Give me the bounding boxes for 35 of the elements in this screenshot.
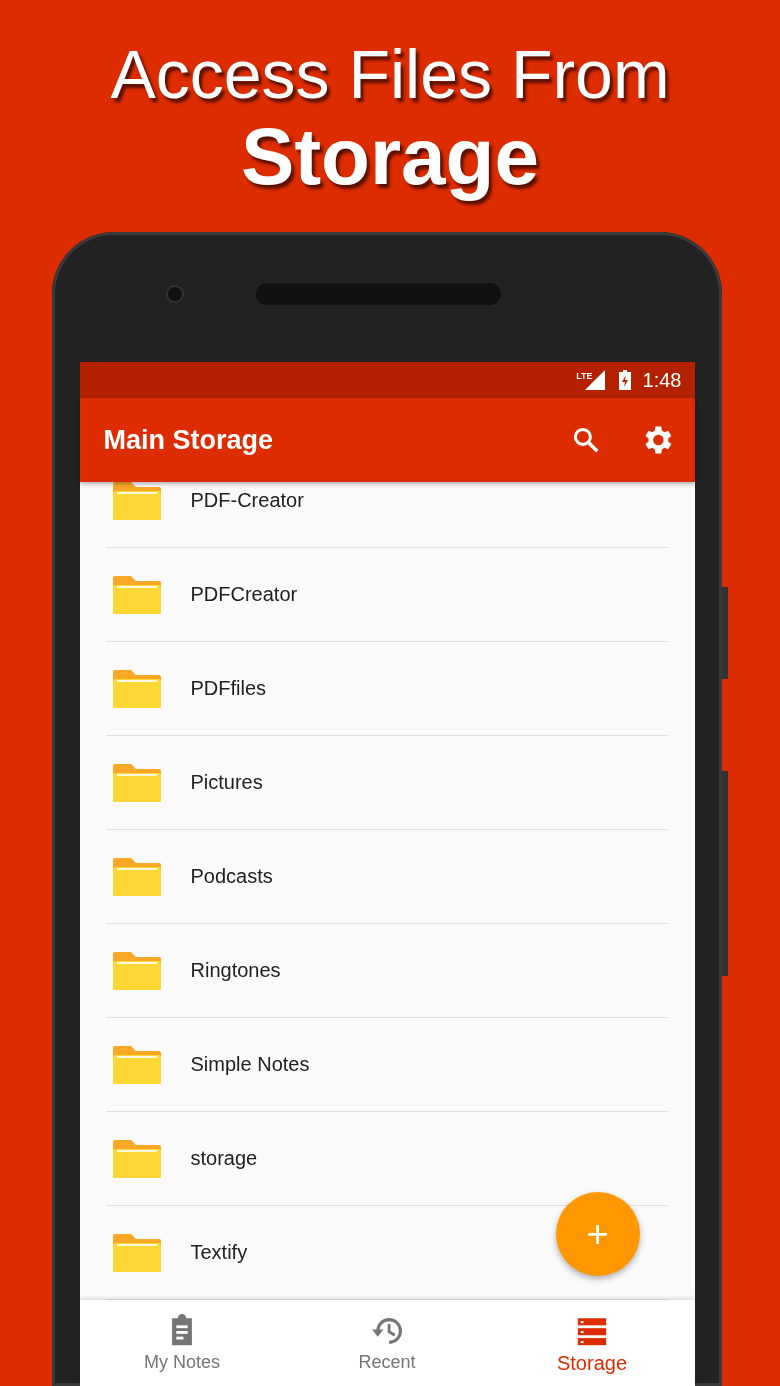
folder-icon [112, 482, 161, 520]
folder-row[interactable]: PDF-Creator [105, 482, 668, 548]
camera-icon [166, 285, 184, 303]
battery-charging-icon [618, 370, 631, 390]
nav-tab[interactable]: Storage [489, 1300, 695, 1386]
folder-name: Textify [190, 1241, 248, 1264]
folder-row[interactable]: Podcasts [105, 830, 668, 924]
folder-icon [112, 669, 161, 708]
folder-name: PDFCreator [190, 583, 298, 606]
folder-name: PDFfiles [190, 677, 267, 700]
folder-row[interactable]: Ringtones [105, 924, 668, 1018]
folder-name: storage [190, 1147, 258, 1170]
headline: Access Files From [110, 35, 670, 114]
folder-row[interactable]: Simple Notes [105, 1018, 668, 1112]
folder-row[interactable]: PDFfiles [105, 642, 668, 736]
network-label: LTE [576, 371, 593, 381]
headline: Storage [241, 114, 539, 200]
folder-icon [112, 1139, 161, 1178]
nav-tab[interactable]: My Notes [79, 1300, 285, 1386]
folder-name: Simple Notes [190, 1053, 310, 1076]
folder-row[interactable]: PDFCreator [105, 548, 668, 642]
folder-row[interactable]: Pictures [105, 736, 668, 830]
folder-icon [112, 763, 161, 802]
folder-name: Podcasts [190, 865, 273, 888]
folder-icon [112, 857, 161, 896]
folder-icon [112, 951, 161, 990]
folder-icon [112, 1233, 161, 1272]
clock: 1:48 [642, 368, 682, 392]
folder-name: Pictures [190, 771, 263, 794]
nav-tab[interactable]: Recent [284, 1300, 490, 1386]
folder-name: Ringtones [190, 959, 281, 982]
folder-icon [112, 575, 161, 614]
folder-name: PDF-Creator [190, 489, 304, 512]
app-bar-title: Main Storage [103, 424, 275, 456]
folder-icon [112, 1045, 161, 1084]
